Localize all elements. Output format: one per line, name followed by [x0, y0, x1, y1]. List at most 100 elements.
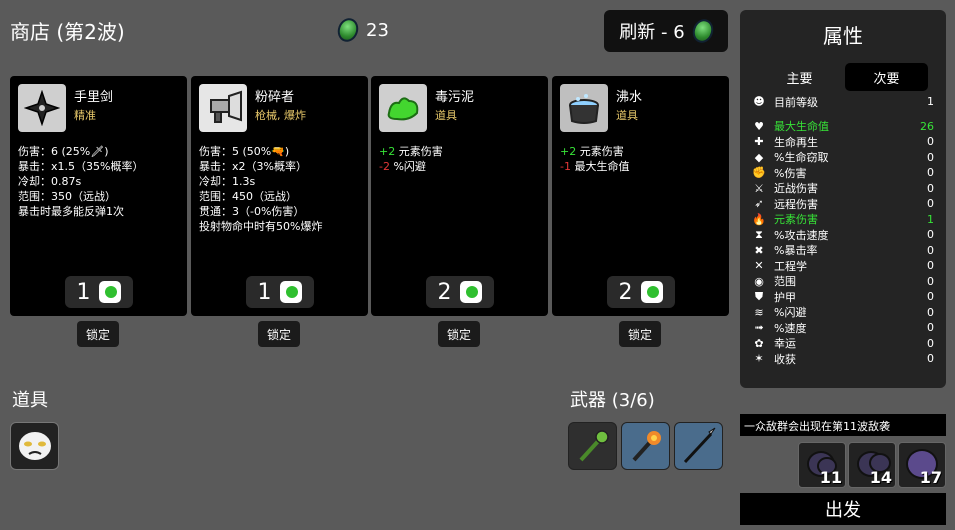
attribute-row: ✕ 工程学 0: [752, 258, 934, 274]
price-value: 2: [618, 279, 633, 305]
material-gem-icon: [334, 15, 362, 45]
stat-line: 伤害：6 (25%🗡): [18, 145, 109, 158]
tab-secondary[interactable]: 次要: [845, 63, 928, 91]
wave-warning: 一众敌群会出现在第11波敌袭: [740, 414, 946, 436]
shop-card-shuriken[interactable]: 手里剑 精准 伤害：6 (25%🗡) 暴击：x1.5（35%概率） 冷却：0.8…: [10, 76, 187, 316]
enemy-group-icon: 11: [798, 442, 846, 488]
stat-line: 暴击时最多能反弹1次: [18, 205, 124, 218]
crit-icon: ✖: [754, 243, 764, 257]
shop-card-boiling-water[interactable]: 沸水 道具 +2 元素伤害 -1 最大生命值 2: [552, 76, 729, 316]
items-title: 道具: [12, 390, 48, 411]
attribute-value: 0: [927, 290, 934, 304]
attribute-value: 0: [927, 336, 934, 350]
buy-button[interactable]: 1: [245, 276, 314, 308]
character-face-icon: [16, 430, 53, 462]
weapon-slot[interactable]: [568, 422, 617, 470]
stat-line: 范围：350（远战）: [18, 190, 116, 203]
attribute-label: 生命再生: [774, 135, 818, 149]
damage-icon: ✊: [752, 166, 766, 180]
stat-line: +2 元素伤害: [560, 145, 624, 158]
shop-card-toxic-sludge[interactable]: 毒污泥 道具 +2 元素伤害 -2 %闪避 2: [371, 76, 548, 316]
luck-icon: ✿: [754, 336, 764, 350]
heart-icon: ♥: [754, 119, 764, 133]
attribute-value: 1: [927, 212, 934, 226]
go-button[interactable]: 出发: [740, 493, 946, 525]
material-hand-icon: [459, 281, 482, 303]
attribute-row: ✿ 幸运 0: [752, 336, 934, 352]
attribute-row: ◉ 范围 0: [752, 274, 934, 290]
lock-button[interactable]: 锁定: [619, 321, 661, 347]
lock-button[interactable]: 锁定: [77, 321, 119, 347]
enemy-count: 17: [919, 468, 942, 487]
shop-card-crusher[interactable]: 粉碎者 枪械, 爆炸 伤害：5 (50%🔫) 暴击：x2（3%概率） 冷却：1.…: [191, 76, 368, 316]
stat-line: 投射物命中时有50%爆炸: [199, 220, 323, 233]
level-icon: ☻: [753, 95, 765, 109]
attribute-value: 0: [927, 228, 934, 242]
shop-title: 商店 (第2波): [10, 20, 125, 44]
attribute-label: %攻击速度: [774, 228, 829, 242]
enemy-count: 14: [869, 468, 892, 487]
attribute-value: 0: [927, 274, 934, 288]
card-type: 道具: [435, 109, 457, 122]
enemy-count: 11: [819, 468, 842, 487]
refresh-button[interactable]: 刷新 - 6: [604, 10, 728, 52]
attribute-value: 0: [927, 150, 934, 164]
engineering-icon: ✕: [754, 259, 764, 273]
attribute-value: 0: [927, 352, 934, 366]
attribute-value: 0: [927, 135, 934, 149]
card-name: 沸水: [616, 90, 643, 105]
card-type: 道具: [616, 109, 638, 122]
lock-button[interactable]: 锁定: [438, 321, 480, 347]
buy-button[interactable]: 1: [64, 276, 133, 308]
attribute-row: ✶ 收获 0: [752, 351, 934, 367]
lock-button[interactable]: 锁定: [258, 321, 300, 347]
attribute-row: ≋ %闪避 0: [752, 305, 934, 321]
attribute-row: ➟ %速度 0: [752, 320, 934, 336]
dodge-icon: ≋: [754, 305, 764, 319]
buy-button[interactable]: 2: [606, 276, 675, 308]
attribute-label: %伤害: [774, 166, 807, 180]
speed-icon: ➟: [754, 321, 764, 335]
stat-line: -2 %闪避: [379, 160, 426, 173]
card-name: 毒污泥: [435, 90, 475, 105]
attribute-row: ➶ 远程伤害 0: [752, 196, 934, 212]
attribute-value: 0: [927, 197, 934, 211]
stat-line: 暴击：x1.5（35%概率）: [18, 160, 144, 173]
item-slot[interactable]: [10, 422, 59, 470]
spiked-club-icon: [579, 430, 609, 462]
attribute-label: 收获: [774, 352, 796, 366]
attribute-value: 0: [927, 305, 934, 319]
attribute-label: 目前等级: [774, 95, 818, 109]
toxic-sludge-icon: [379, 84, 427, 132]
attribute-value: 26: [920, 119, 934, 133]
attribute-value: 1: [927, 95, 934, 109]
attribute-row: ☻ 目前等级 1: [752, 94, 934, 110]
weapon-slot[interactable]: [621, 422, 670, 470]
attribute-value: 0: [927, 243, 934, 257]
material-hand-icon: [279, 281, 302, 303]
attribute-label: 最大生命值: [774, 120, 829, 134]
regen-icon: ✚: [754, 135, 764, 149]
tab-primary[interactable]: 主要: [758, 63, 841, 91]
range-icon: ◉: [754, 274, 764, 288]
stat-line: +2 元素伤害: [379, 145, 443, 158]
attribute-label: %闪避: [774, 306, 807, 320]
card-type: 枪械, 爆炸: [255, 109, 306, 122]
buy-button[interactable]: 2: [425, 276, 494, 308]
attribute-value: 0: [927, 181, 934, 195]
lifesteal-icon: ◆: [754, 150, 764, 164]
ranged-icon: ➶: [754, 197, 764, 211]
stat-line: 暴击：x2（3%概率）: [199, 160, 307, 173]
attribute-label: 元素伤害: [774, 213, 818, 227]
attribute-label: %暴击率: [774, 244, 818, 258]
attribute-label: 远程伤害: [774, 197, 818, 211]
card-name: 手里剑: [74, 90, 114, 105]
attribute-row: ⚔ 近战伤害 0: [752, 181, 934, 197]
weapons-title: 武器 (3/6): [570, 390, 655, 411]
material-hand-icon: [640, 281, 663, 303]
harvest-icon: ✶: [754, 352, 764, 366]
attribute-row: ♥ 最大生命值 26: [752, 119, 934, 135]
weapon-slot[interactable]: [674, 422, 723, 470]
attribute-row: ✖ %暴击率 0: [752, 243, 934, 259]
attribute-label: 范围: [774, 275, 796, 289]
